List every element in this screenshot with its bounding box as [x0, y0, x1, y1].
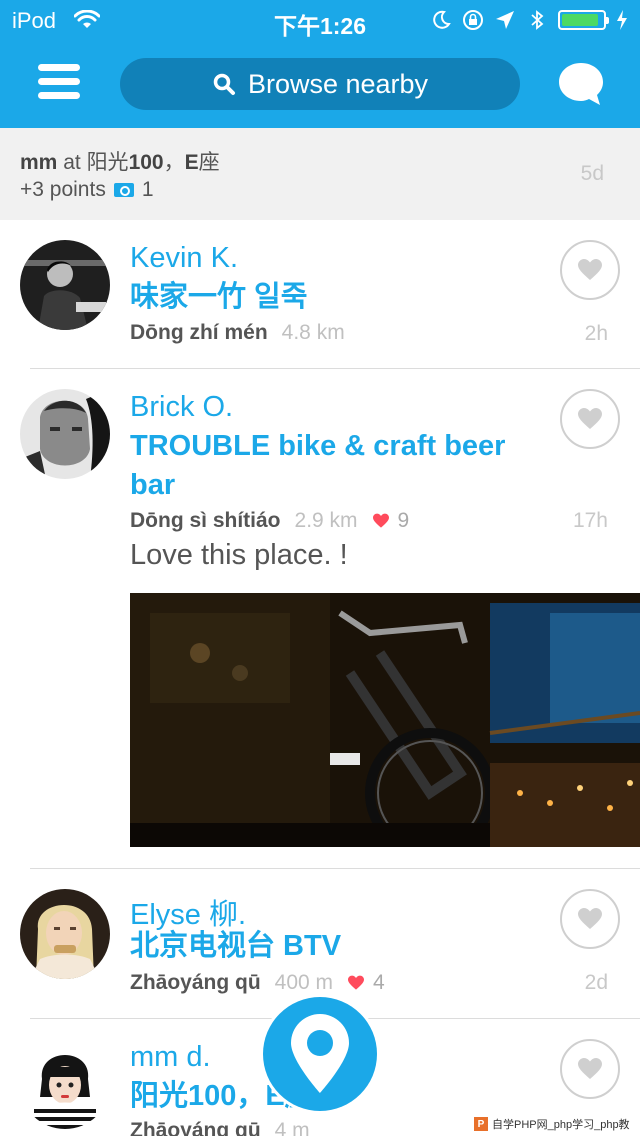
- checkin-time: 17h: [572, 509, 608, 532]
- battery-indicator: [558, 10, 609, 30]
- heart-icon: [578, 408, 602, 429]
- like-count-value: 4: [373, 971, 385, 994]
- search-icon: [213, 73, 235, 95]
- checkin-comment: Love this place. !: [130, 539, 348, 571]
- user-name[interactable]: Brick O.: [130, 391, 233, 424]
- like-button[interactable]: [560, 389, 620, 449]
- avatar[interactable]: [20, 889, 110, 979]
- status-bar: iPod 下午1:26: [0, 0, 640, 40]
- battery-fill: [562, 14, 598, 26]
- app-header: iPod 下午1:26 Browse nearby: [0, 0, 640, 128]
- like-count-value: 9: [397, 509, 410, 532]
- user-name[interactable]: mm d.: [130, 1041, 211, 1074]
- list-item[interactable]: Brick O. TROUBLE bike & craft beer bar D…: [0, 369, 640, 869]
- heart-icon: [348, 975, 365, 990]
- venue-distance: 400 m: [274, 971, 334, 994]
- like-button[interactable]: [560, 240, 620, 300]
- activity-at: at: [63, 151, 81, 174]
- activity-place-prefix: 阳光: [86, 151, 129, 174]
- activity-place-num: 100: [128, 151, 164, 174]
- check-in-button[interactable]: [260, 994, 380, 1114]
- check-in-button-inner: [263, 997, 377, 1111]
- venue-area: Zhāoyáng qū: [130, 1119, 261, 1136]
- bike-bar-photo: [130, 593, 640, 847]
- status-icons: [430, 8, 628, 32]
- venue-area: Dōng sì shítiáo: [130, 509, 281, 532]
- heart-icon: [578, 1058, 602, 1079]
- activity-summary: mm at 阳光100，E座: [20, 146, 220, 176]
- watermark-logo: P: [474, 1117, 488, 1131]
- avatar[interactable]: [20, 389, 110, 479]
- activity-photo-count: 1: [141, 178, 154, 201]
- venue-name[interactable]: TROUBLE bike & craft beer bar: [130, 427, 530, 505]
- venue-area: Dōng zhí mén: [130, 321, 268, 344]
- like-count: 9: [372, 509, 410, 533]
- venue-distance: 2.9 km: [294, 509, 358, 532]
- venue-name[interactable]: 北京电视台 BTV: [130, 927, 530, 966]
- browse-nearby-label: Browse nearby: [247, 68, 429, 99]
- like-count: 4: [347, 971, 385, 995]
- chat-bubble-icon[interactable]: [556, 60, 606, 108]
- venue-distance: 4 m: [274, 1119, 310, 1136]
- activity-place-tail: 座: [198, 151, 220, 174]
- venue-area: Zhāoyáng qū: [130, 971, 261, 994]
- activity-age: 5d: [580, 162, 604, 185]
- activity-points: +3 points: [20, 178, 106, 201]
- activity-place-sep: ，: [163, 151, 185, 174]
- avatar[interactable]: [20, 1039, 110, 1129]
- rotation-lock-icon: [463, 10, 483, 30]
- activity-user: mm: [20, 151, 58, 174]
- moon-icon: [433, 10, 451, 29]
- venue-meta: Dōng zhí mén 4.8 km: [130, 321, 345, 345]
- activity-place-suffix: E: [184, 151, 199, 174]
- menu-icon: [38, 64, 80, 71]
- venue-meta: Zhāoyáng qū 4 m: [130, 1119, 310, 1136]
- checkin-time: 2h: [584, 322, 608, 345]
- avatar[interactable]: [20, 240, 110, 330]
- list-item[interactable]: Kevin K. 味家一竹 일죽 Dōng zhí mén 4.8 km 2h: [0, 220, 640, 369]
- camera-icon: [113, 183, 134, 197]
- heart-icon: [372, 513, 389, 528]
- checkin-photo[interactable]: [130, 593, 640, 847]
- menu-button[interactable]: [38, 64, 80, 102]
- activity-points-row: +3 points 1: [20, 178, 154, 202]
- bluetooth-icon: [531, 10, 544, 30]
- like-button[interactable]: [560, 889, 620, 949]
- watermark-text: 自学PHP网_php学习_php教: [492, 1119, 630, 1131]
- map-pin-icon: [291, 1014, 349, 1093]
- venue-meta: Zhāoyáng qū 400 m 4: [130, 971, 385, 995]
- checkin-time: 2d: [584, 971, 608, 994]
- user-name[interactable]: Kevin K.: [130, 242, 238, 275]
- charging-icon: [617, 10, 627, 30]
- browse-nearby-button[interactable]: Browse nearby: [120, 58, 520, 110]
- heart-icon: [578, 259, 602, 280]
- activity-banner[interactable]: mm at 阳光100，E座 +3 points 1 5d: [0, 128, 640, 220]
- heart-icon: [578, 908, 602, 929]
- venue-meta: Dōng sì shítiáo 2.9 km 9: [130, 509, 409, 533]
- watermark: P 自学PHP网_php学习_php教: [470, 1112, 640, 1136]
- location-arrow-icon: [496, 11, 514, 29]
- venue-name[interactable]: 味家一竹 일죽: [130, 278, 530, 317]
- venue-distance: 4.8 km: [281, 321, 345, 344]
- like-button[interactable]: [560, 1039, 620, 1099]
